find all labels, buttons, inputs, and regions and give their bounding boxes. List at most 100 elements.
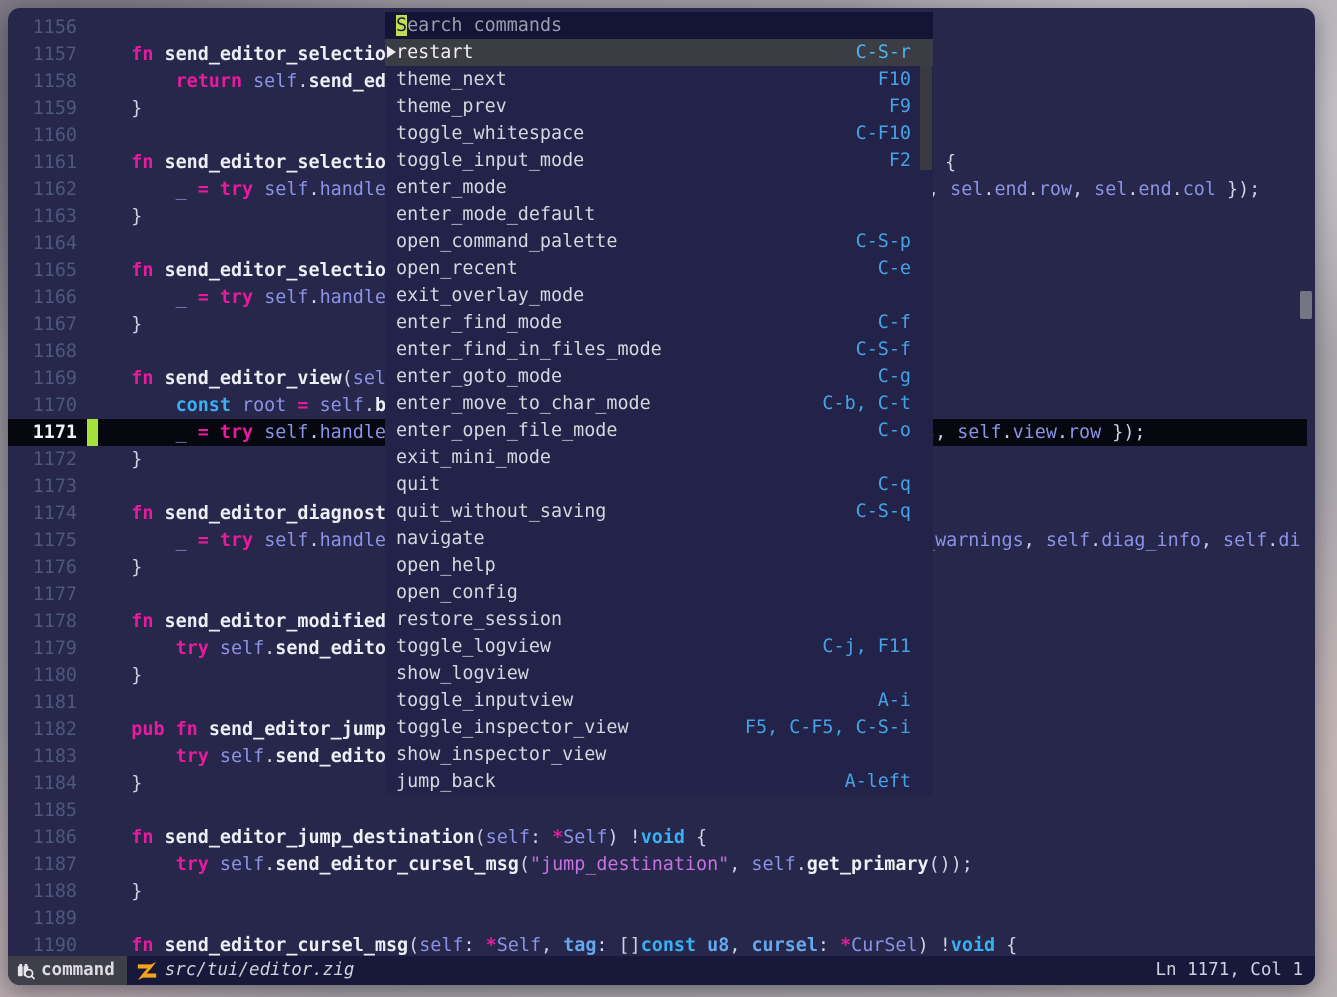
line-number: 1156 (8, 14, 77, 41)
palette-item[interactable]: open_recentC-e (385, 255, 933, 282)
palette-item[interactable]: quitC-q (385, 471, 933, 498)
code-token: self (320, 395, 364, 416)
cursor-position: Ln 1171, Col 1 (1155, 956, 1315, 985)
code-token: try (176, 854, 209, 875)
palette-item[interactable]: toggle_inputviewA-i (385, 687, 933, 714)
line-number: 1176 (8, 554, 77, 581)
code-token (87, 827, 131, 848)
palette-item[interactable]: navigate (385, 525, 933, 552)
code-token (153, 611, 164, 632)
code-token: fn (131, 368, 153, 389)
mode-indicator[interactable]: command (8, 956, 127, 985)
line-number: 1186 (8, 824, 77, 851)
code-token: void (951, 935, 995, 956)
file-name: src/tui/editor.zig (165, 957, 355, 984)
palette-item[interactable]: toggle_logviewC-j, F11 (385, 633, 933, 660)
palette-item-label: open_recent (396, 255, 878, 282)
palette-item-label: theme_prev (396, 93, 889, 120)
palette-item[interactable]: jump_backA-left (385, 768, 933, 795)
palette-item[interactable]: exit_mini_mode (385, 444, 933, 471)
code-token: get_primary (807, 854, 929, 875)
search-cursor: S (396, 15, 407, 36)
code-token: ) ! (607, 827, 640, 848)
palette-item-keybinding: C-S-q (856, 498, 911, 525)
code-token: sel (353, 368, 386, 389)
line-number: 1179 (8, 635, 77, 662)
code-line[interactable]: 1186 fn send_editor_jump_destination(sel… (8, 824, 1315, 851)
code-token: , (729, 854, 751, 875)
palette-item-keybinding: C-f (878, 309, 911, 336)
code-line[interactable]: 1189 (8, 905, 1315, 932)
code-token: ( (408, 935, 419, 956)
code-token: try (176, 638, 209, 659)
line-number: 1168 (8, 338, 77, 365)
line-number: 1185 (8, 797, 77, 824)
code-token (253, 287, 264, 308)
code-token: handle (320, 287, 386, 308)
palette-item[interactable]: theme_prevF9 (385, 93, 933, 120)
code-line[interactable]: 1190 fn send_editor_cursel_msg(self: *Se… (8, 932, 1315, 959)
code-token: } (87, 881, 142, 902)
palette-item-label: enter_open_file_mode (396, 417, 878, 444)
palette-item[interactable]: enter_mode (385, 174, 933, 201)
palette-item[interactable]: enter_goto_modeC-g (385, 363, 933, 390)
code-token: _warnings (924, 530, 1024, 551)
code-token: * (552, 827, 563, 848)
palette-item[interactable]: open_help (385, 552, 933, 579)
palette-search-input[interactable]: Search commands (385, 12, 933, 39)
palette-item-label: enter_mode (396, 174, 911, 201)
palette-scrollbar-thumb[interactable] (920, 66, 932, 170)
code-token: row (1068, 422, 1101, 443)
palette-item[interactable]: show_inspector_view (385, 741, 933, 768)
palette-item-keybinding: C-b, C-t (822, 390, 911, 417)
code-token: ()); (929, 854, 973, 875)
code-line[interactable]: 1187 try self.send_editor_cursel_msg("ju… (8, 851, 1315, 878)
palette-item[interactable]: toggle_input_modeF2 (385, 147, 933, 174)
code-token: . (983, 179, 994, 200)
code-text: } (87, 446, 142, 473)
palette-item[interactable]: open_config (385, 579, 933, 606)
code-token: send_editor_selectio (165, 260, 386, 281)
palette-item-label: toggle_inputview (396, 687, 878, 714)
code-token: end (994, 179, 1027, 200)
code-text: pub fn send_editor_jump (87, 716, 386, 743)
palette-item[interactable]: enter_open_file_modeC-o (385, 417, 933, 444)
palette-item[interactable]: enter_mode_default (385, 201, 933, 228)
line-number: 1166 (8, 284, 77, 311)
palette-item[interactable]: enter_move_to_char_modeC-b, C-t (385, 390, 933, 417)
code-token: . (364, 395, 375, 416)
code-token (308, 395, 319, 416)
code-line[interactable]: 1188 } (8, 878, 1315, 905)
palette-item[interactable]: show_logview (385, 660, 933, 687)
code-token: self (419, 935, 463, 956)
code-token (87, 179, 176, 200)
palette-item[interactable]: enter_find_modeC-f (385, 309, 933, 336)
palette-item[interactable]: toggle_whitespaceC-F10 (385, 120, 933, 147)
line-number: 1163 (8, 203, 77, 230)
code-token: . (1090, 530, 1101, 551)
palette-item[interactable]: restartC-S-r (385, 39, 933, 66)
code-token: handle (320, 179, 386, 200)
code-text-right: _warnings, self.diag_info, self.di (924, 527, 1301, 554)
palette-item[interactable]: exit_overlay_mode (385, 282, 933, 309)
command-palette: Search commands restartC-S-rtheme_nextF1… (385, 12, 933, 795)
palette-item-label: enter_move_to_char_mode (396, 390, 822, 417)
palette-item[interactable]: toggle_inspector_viewF5, C-F5, C-S-i (385, 714, 933, 741)
zig-file-icon (137, 961, 157, 981)
palette-item[interactable]: theme_nextF10 (385, 66, 933, 93)
palette-item-label: enter_find_in_files_mode (396, 336, 856, 363)
code-token: self (751, 854, 795, 875)
palette-item[interactable]: quit_without_savingC-S-q (385, 498, 933, 525)
code-token: sel (950, 179, 983, 200)
code-token: } (87, 773, 142, 794)
code-token: return (176, 71, 242, 92)
code-token: . (308, 287, 319, 308)
palette-item[interactable]: open_command_paletteC-S-p (385, 228, 933, 255)
editor-scrollbar-thumb[interactable] (1300, 291, 1312, 319)
palette-item-label: show_inspector_view (396, 741, 911, 768)
palette-item[interactable]: enter_find_in_files_modeC-S-f (385, 336, 933, 363)
code-token: send_editor_jump (209, 719, 386, 740)
palette-item[interactable]: restore_session (385, 606, 933, 633)
code-token: end (1138, 179, 1171, 200)
code-line[interactable]: 1185 (8, 797, 1315, 824)
